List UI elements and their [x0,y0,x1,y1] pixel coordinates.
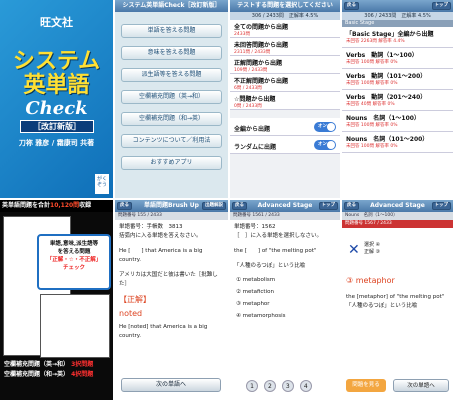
category: Nouns 名詞（1〜100） [342,212,453,220]
list-item[interactable]: 「Basic Stage」全編から出題 未回答 2263問 解答率 4.4% [342,27,453,48]
menu-about[interactable]: コンテンツについて／利用法 [121,134,222,148]
list-item[interactable]: 不正解問題から出題 6問 / 2433問 [230,74,340,92]
brand-logo: がくぞう [95,174,109,194]
toggle-switch: オン [314,122,336,132]
answer-sentence: He [noted] that America is a big country… [119,324,208,339]
menu-recommend[interactable]: おすすめアプリ [121,156,222,170]
menu-blank-en[interactable]: 空欄補充問題（英→和） [121,90,222,104]
stats: 306 / 2433問 正解率 4.5% [342,12,453,20]
word-number: 単語番号：手帳数 3813 [119,224,183,230]
list-item[interactable]: 全ての問題から出題 2433問 [230,20,340,38]
question-en: He [ ] that America is a big country. [119,248,203,263]
toggle-all[interactable]: 全編から出題 オン [230,118,340,136]
answer-buttons: 1 2 3 4 [246,380,316,392]
question-number: 問題番号 155 / 2433 [115,212,228,220]
menu-blank-ja[interactable]: 空欄補充問題（和→英） [121,112,222,126]
wrong-mark-icon: ✕ [348,242,360,258]
list-item[interactable]: Verbs 動詞（101〜200） 未回答 100問 解答率 0% [342,69,453,90]
option-2: ② metafiction [236,289,274,295]
next-word-button[interactable]: 次の単語へ [393,379,449,392]
question-en: the [ ] of "the melting pot" [234,248,317,254]
authors: 刀祢 雅彦 / 霜康司 共著 [18,139,95,147]
question-select-screen: テストする問題を選択してください 306 / 2433問 正解率 4.5% 全て… [230,0,340,198]
list-item[interactable]: Nouns 名詞（101〜200） 未回答 100問 解答率 0% [342,132,453,153]
stage-header: Basic Stage [342,20,453,27]
app-cover: 旺文社 システム 英単語 Check ［改訂新版］ 刀祢 雅彦 / 霜康司 共著 … [0,0,113,198]
nav-title: システム英単語Check［改訂新版］ [115,0,228,12]
promo-callout: 単語,意味,派生語等 を答える問題 「正解・☆・不正解」 チェック [37,234,111,290]
top-button[interactable]: トップ [431,202,451,210]
help-button[interactable]: 出題解説 [202,202,226,210]
nav-bar: 戻る Advanced Stage トップ [230,200,340,212]
question-number: 問題番号 1567 / 2433 [342,220,453,228]
publisher: 旺文社 [40,16,73,29]
toggle-random[interactable]: ランダムに出題 オン [230,136,340,154]
nav-bar: 戻る トップ [342,0,453,12]
back-button[interactable]: 戻る [344,2,359,10]
answer-sentence: the [metaphor] of "the melting pot" 「人種のる… [346,294,445,309]
question-ja: アメリカは大国だと彼は書いた［批難した］ [119,272,218,287]
list-item[interactable]: Nouns 名詞（1〜100） 未回答 100問 解答率 0% [342,111,453,132]
check-logo: Check [25,98,88,119]
question-word-screen: 戻る 単語問題Brush Up 出題解説 問題番号 155 / 2433 単語番… [115,200,228,400]
nav-bar: 戻る 単語問題Brush Up 出題解説 [115,200,228,212]
menu-word[interactable]: 単語を答える問題 [121,24,222,38]
back-button[interactable]: 戻る [344,202,359,210]
choice-4-button[interactable]: 4 [299,380,312,392]
main-menu-screen: システム英単語Check［改訂新版］ 単語を答える問題 意味を答える問題 派生語… [115,0,228,198]
view-question-button[interactable]: 問題を見る [346,379,386,392]
nav-bar: 戻る Advanced Stage トップ [342,200,453,212]
title: システム 英単語 [12,49,101,98]
question-number: 問題番号 1561 / 2433 [230,212,340,220]
top-button[interactable]: トップ [318,202,338,210]
edition-badge: ［改訂新版］ [20,120,94,133]
option-4: ④ metamorphosis [236,313,286,319]
choice-1-button[interactable]: 1 [246,380,258,392]
promo-panel: 英単語問題を合計10,120問収録 単語,意味,派生語等 を答える問題 「正解・☆… [0,200,113,400]
list-item[interactable]: ☆問題から出題 0問 / 2433問 [230,92,340,110]
choice-2-button[interactable]: 2 [263,380,276,392]
answer-result-screen: 戻る Advanced Stage トップ Nouns 名詞（1〜100） 問題… [342,200,453,400]
back-button[interactable]: 戻る [117,202,132,210]
next-word-button[interactable]: 次の単語へ [121,378,221,392]
list-item[interactable]: Verbs 動詞（1〜100） 未回答 100問 解答率 0% [342,48,453,69]
stats: 306 / 2433問 正解率 4.5% [230,12,340,20]
question-ja: 「人種のるつぼ」という比喩 [234,263,306,269]
option-3: ③ metaphor [236,301,270,307]
back-button[interactable]: 戻る [232,202,247,210]
choice-3-button[interactable]: 3 [281,380,294,392]
instruction: 括弧内に入る単語を答えなさい。 [119,233,202,239]
list-item[interactable]: 未回答問題から出題 2311問 / 2433問 [230,38,340,56]
promo-banner: 英単語問題を合計10,120問収録 [0,200,113,212]
nav-title: テストする問題を選択してください [230,0,340,12]
correct-answer: ③ metaphor [346,276,395,285]
toggle-switch: オン [314,140,336,150]
promo-footer: 空欄補充問題（英→和） 3択問題 空欄補充問題（和→英） 4択問題 [4,361,94,378]
option-1: ① metabolism [236,277,276,283]
screenshot-thumb-2 [40,294,110,358]
answer-label: 【正解】 [119,295,151,304]
stage-select-screen: 戻る トップ 306 / 2433問 正解率 4.5% Basic Stage … [342,0,453,198]
list-item[interactable]: Verbs 動詞（201〜240） 未回答 40問 解答率 0% [342,90,453,111]
menu-meaning[interactable]: 意味を答える問題 [121,46,222,60]
question-choice-screen: 戻る Advanced Stage トップ 問題番号 1561 / 2433 単… [230,200,340,400]
menu-derivative[interactable]: 派生語等を答える問題 [121,68,222,82]
list-item[interactable]: 正解問題から出題 109問 / 2433問 [230,56,340,74]
answer-word: noted [119,309,143,318]
top-button[interactable]: トップ [431,2,451,10]
